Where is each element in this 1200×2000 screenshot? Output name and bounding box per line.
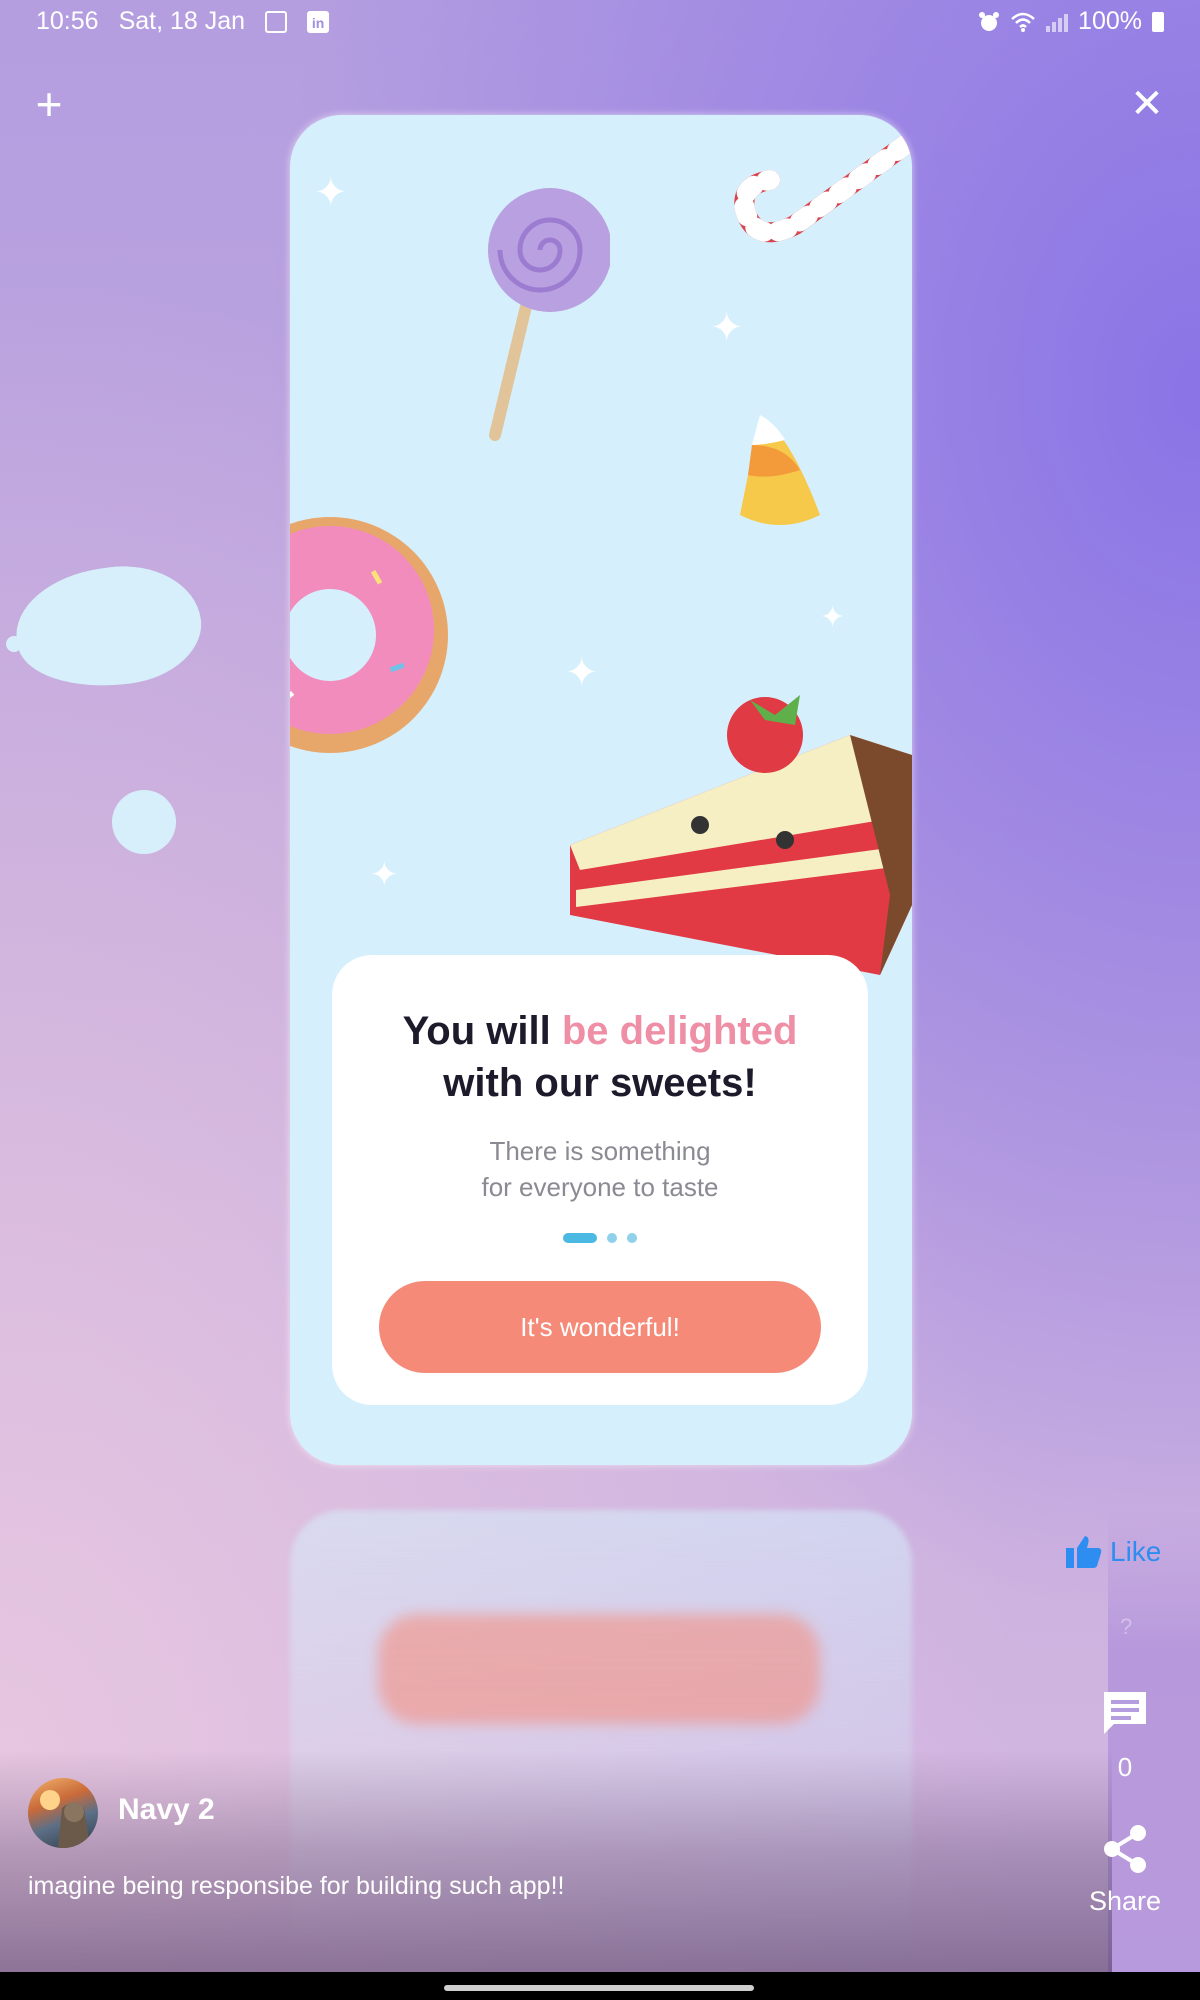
home-indicator[interactable] <box>444 1985 754 1991</box>
linkedin-icon: in <box>307 10 330 33</box>
like-button[interactable]: Like <box>1066 1536 1161 1568</box>
status-date: Sat, 18 Jan <box>118 7 246 35</box>
donut-illustration <box>290 517 448 753</box>
card-headline: You will be delighted with our sweets! <box>332 1005 868 1109</box>
cta-reflection <box>378 1614 820 1724</box>
battery-percent: 100% <box>1078 7 1142 35</box>
like-count-faded: ? <box>1120 1614 1133 1639</box>
bottom-gradient <box>0 1750 1112 1972</box>
status-time: 10:56 <box>36 7 99 35</box>
card-subtitle: There is something for everyone to taste <box>332 1133 868 1205</box>
share-icon[interactable] <box>1102 1824 1148 1874</box>
headline-text: You will <box>402 1009 551 1053</box>
decorative-blob <box>8 555 209 699</box>
sparkle-icon: ✦ <box>314 171 348 215</box>
candy-corn-illustration <box>740 415 820 525</box>
comment-icon[interactable] <box>1100 1688 1150 1738</box>
phone-mockup[interactable]: ✦ ✦ ✦ ✦ ✦ You will be delighted with our… <box>290 115 912 1465</box>
lollipop-illustration <box>488 188 610 441</box>
cta-button[interactable]: It's wonderful! <box>379 1281 821 1373</box>
sparkle-icon: ✦ <box>370 856 399 894</box>
post-caption: imagine being responsibe for building su… <box>28 1872 565 1900</box>
pagination-dots <box>332 1233 868 1243</box>
cake-slice-illustration <box>570 695 912 975</box>
subtitle-line: There is something <box>489 1136 711 1166</box>
like-label: Like <box>1110 1536 1162 1567</box>
wifi-icon <box>1011 12 1035 32</box>
candy-cane-illustration <box>734 135 912 243</box>
author-name[interactable]: Navy 2 <box>118 1793 215 1827</box>
decorative-blob <box>6 636 22 652</box>
subtitle-line: for everyone to taste <box>481 1172 719 1202</box>
battery-icon <box>1152 11 1164 32</box>
alarm-icon <box>979 11 1000 31</box>
headline-highlight: be delighted <box>561 1009 798 1053</box>
comment-count: 0 <box>1117 1752 1133 1782</box>
pagination-dot <box>607 1233 617 1243</box>
decorative-blob <box>112 790 176 854</box>
author-avatar[interactable] <box>28 1778 98 1848</box>
onboarding-card: You will be delighted with our sweets! T… <box>332 955 868 1405</box>
status-bar: 10:56 Sat, 18 Jan in 100% <box>0 0 1200 44</box>
story-viewer: 10:56 Sat, 18 Jan in 100% + ✕ ✦ ✦ ✦ ✦ ✦ <box>0 0 1200 1972</box>
pagination-dot <box>627 1233 637 1243</box>
close-button[interactable]: ✕ <box>1125 84 1169 128</box>
pagination-dot-active <box>563 1233 597 1243</box>
headline-text: with our sweets! <box>443 1061 757 1105</box>
gallery-icon <box>265 10 288 33</box>
signal-icon <box>1046 12 1069 32</box>
thumbs-up-icon <box>1066 1536 1102 1568</box>
sparkle-icon: ✦ <box>820 601 846 634</box>
add-button[interactable]: + <box>27 81 71 128</box>
avatar-image <box>40 1790 90 1848</box>
sparkle-icon: ✦ <box>565 651 599 695</box>
share-label[interactable]: Share <box>1085 1886 1165 1917</box>
sparkle-icon: ✦ <box>710 306 744 350</box>
